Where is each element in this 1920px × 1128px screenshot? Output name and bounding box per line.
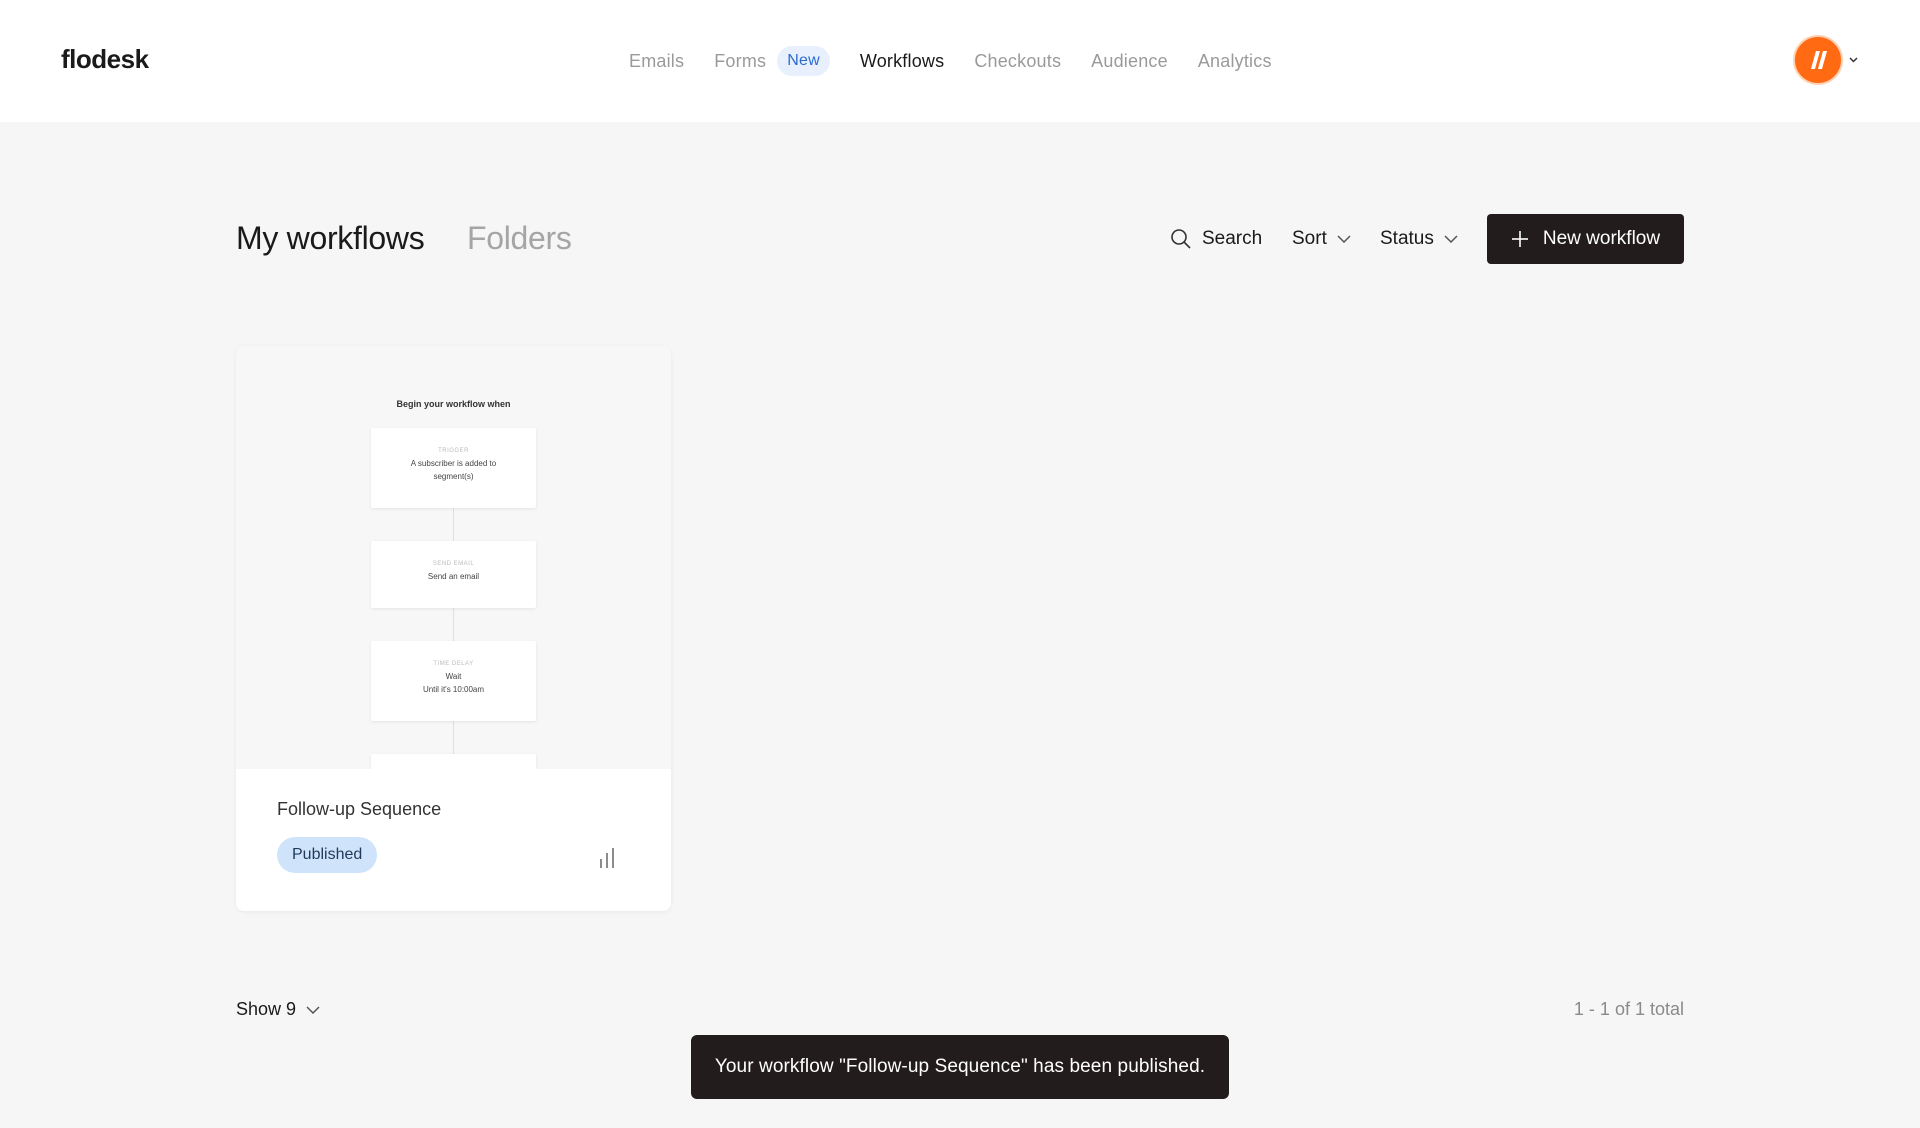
nav-workflows-label: Workflows bbox=[859, 50, 945, 71]
workflow-preview[interactable]: Begin your workflow when Trigger A subsc… bbox=[236, 346, 671, 774]
nav-emails[interactable]: Emails bbox=[629, 51, 684, 72]
plus-icon bbox=[1511, 231, 1528, 247]
node-type: Trigger bbox=[438, 448, 469, 454]
nav-analytics[interactable]: Analytics bbox=[1198, 51, 1272, 72]
new-workflow-label: New workflow bbox=[1542, 228, 1661, 249]
nav-audience-label: Audience bbox=[1091, 50, 1168, 71]
nav-checkouts[interactable]: Checkouts bbox=[974, 51, 1061, 72]
search-label: Search bbox=[1202, 228, 1263, 249]
account-menu[interactable] bbox=[1793, 35, 1858, 85]
preview-node-trigger: Trigger A subscriber is added to segment… bbox=[371, 428, 536, 508]
node-desc: segment(s) bbox=[433, 472, 474, 481]
page-size-label: Show 9 bbox=[236, 999, 297, 1019]
chevron-down-icon bbox=[1337, 235, 1351, 243]
nav-audience[interactable]: Audience bbox=[1091, 51, 1168, 72]
pagination-summary: 1 - 1 of 1 total bbox=[1573, 999, 1684, 1019]
status-dropdown[interactable]: Status bbox=[1380, 228, 1458, 250]
node-desc: Until it's 10:00am bbox=[422, 685, 485, 694]
nav-forms-label: Forms bbox=[714, 50, 767, 71]
main-nav: Emails Forms New Workflows Checkouts Aud… bbox=[629, 0, 1302, 122]
new-workflow-button[interactable]: New workflow bbox=[1487, 214, 1684, 264]
preview-node-time-delay: Time delay Wait Until it's 10:00am bbox=[371, 641, 536, 721]
page-header: My workflows Folders Search Sort Status … bbox=[236, 214, 1684, 266]
nav-workflows[interactable]: Workflows bbox=[860, 51, 944, 72]
top-navigation-bar: flodesk Emails Forms New Workflows Check… bbox=[0, 0, 1920, 122]
node-desc: Wait bbox=[445, 672, 462, 681]
chevron-down-icon bbox=[1849, 57, 1858, 63]
nav-forms[interactable]: Forms New bbox=[714, 46, 830, 76]
tab-my-workflows[interactable]: My workflows bbox=[236, 220, 425, 257]
node-desc: Send an email bbox=[427, 572, 480, 581]
page-size-select[interactable]: Show 9 bbox=[236, 999, 320, 1020]
workflow-card[interactable]: Begin your workflow when Trigger A subsc… bbox=[236, 346, 671, 911]
avatar[interactable] bbox=[1793, 35, 1843, 85]
tab-folders[interactable]: Folders bbox=[467, 220, 572, 257]
status-badge: Published bbox=[277, 837, 378, 873]
search-button[interactable]: Search bbox=[1170, 228, 1262, 250]
brand-avatar-icon bbox=[1811, 51, 1827, 69]
toast-message: Your workflow "Follow-up Sequence" has b… bbox=[714, 1056, 1206, 1077]
workflow-card-info: Follow-up Sequence Published bbox=[236, 769, 671, 911]
workflow-name[interactable]: Follow-up Sequence bbox=[277, 799, 441, 820]
flodesk-logo[interactable]: flodesk bbox=[61, 44, 149, 75]
node-type: Time delay bbox=[433, 661, 474, 667]
nav-checkouts-label: Checkouts bbox=[974, 50, 1062, 71]
preview-heading: Begin your workflow when bbox=[396, 399, 511, 409]
sort-dropdown[interactable]: Sort bbox=[1292, 228, 1351, 250]
search-icon bbox=[1171, 229, 1191, 249]
bar-chart-icon[interactable] bbox=[598, 847, 618, 869]
node-type: Send email bbox=[432, 561, 475, 567]
new-badge: New bbox=[777, 46, 830, 76]
chevron-down-icon bbox=[306, 1005, 320, 1014]
nav-emails-label: Emails bbox=[629, 50, 685, 71]
toast-notification: Your workflow "Follow-up Sequence" has b… bbox=[691, 1035, 1229, 1099]
status-label: Status bbox=[1380, 228, 1434, 249]
nav-analytics-label: Analytics bbox=[1197, 50, 1272, 71]
preview-node-send-email: Send email Send an email bbox=[371, 541, 536, 608]
sort-label: Sort bbox=[1292, 228, 1327, 249]
chevron-down-icon bbox=[1444, 235, 1458, 243]
node-desc: A subscriber is added to bbox=[410, 459, 497, 468]
